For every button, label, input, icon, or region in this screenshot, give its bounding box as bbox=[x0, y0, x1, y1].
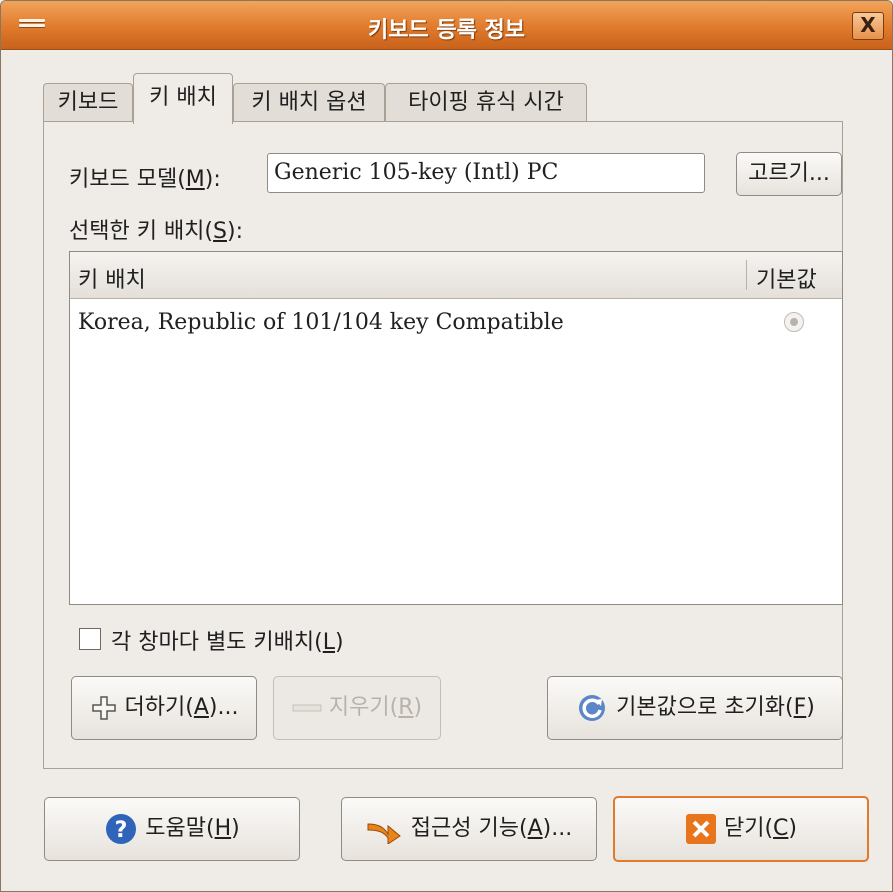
title-close-button[interactable]: X bbox=[852, 12, 884, 40]
separate-layout-label[interactable]: 각 창마다 별도 키배치(L) bbox=[111, 624, 344, 656]
window-title: 키보드 등록 정보 bbox=[368, 18, 525, 43]
selected-layouts-label: 선택한 키 배치(S): bbox=[69, 219, 243, 244]
remove-layout-button[interactable]: 지우기(R) bbox=[273, 676, 441, 740]
help-button[interactable]: ? 도움말(H) bbox=[44, 797, 300, 861]
tab-layout-options[interactable]: 키 배치 옵션 bbox=[233, 83, 385, 122]
close-button[interactable]: 닫기(C) bbox=[613, 796, 869, 862]
accessibility-arrow-icon bbox=[367, 823, 401, 844]
tab-typing-break[interactable]: 타이핑 휴식 시간 bbox=[385, 83, 587, 122]
reset-defaults-button[interactable]: 기본값으로 초기화(F) bbox=[547, 676, 843, 740]
add-layout-button[interactable]: 더하기(A)... bbox=[71, 676, 257, 740]
plus-icon bbox=[91, 696, 116, 720]
tab-layouts[interactable]: 키 배치 bbox=[133, 73, 233, 124]
keyboard-properties-window: 키보드 등록 정보 X 키보드 키 배치 키 배치 옵션 타이핑 휴식 시간 키… bbox=[0, 0, 893, 892]
close-x-icon bbox=[685, 814, 716, 844]
tab-keyboard[interactable]: 키보드 bbox=[43, 83, 133, 122]
separate-layout-checkbox[interactable] bbox=[79, 628, 101, 650]
list-header: 키 배치 기본값 bbox=[70, 252, 842, 299]
refresh-icon bbox=[579, 695, 606, 721]
minus-icon bbox=[292, 704, 322, 712]
title-bar: 키보드 등록 정보 X bbox=[1, 1, 892, 50]
choose-model-button[interactable]: 고르기... bbox=[736, 152, 842, 196]
column-separator bbox=[746, 260, 747, 290]
keyboard-model-field[interactable]: Generic 105-key (Intl) PC bbox=[267, 153, 705, 193]
column-header-layout[interactable]: 키 배치 bbox=[78, 262, 146, 294]
svg-text:?: ? bbox=[115, 818, 128, 843]
default-layout-radio[interactable] bbox=[784, 312, 804, 332]
layout-row-name[interactable]: Korea, Republic of 101/104 key Compatibl… bbox=[78, 310, 564, 335]
accessibility-button[interactable]: 접근성 기능(A)... bbox=[341, 797, 597, 861]
layout-list[interactable]: 키 배치 기본값 Korea, Republic of 101/104 key … bbox=[69, 251, 843, 605]
help-icon: ? bbox=[106, 814, 137, 844]
column-header-default[interactable]: 기본값 bbox=[756, 262, 817, 294]
keyboard-model-label: 키보드 모델(M): bbox=[69, 167, 221, 192]
